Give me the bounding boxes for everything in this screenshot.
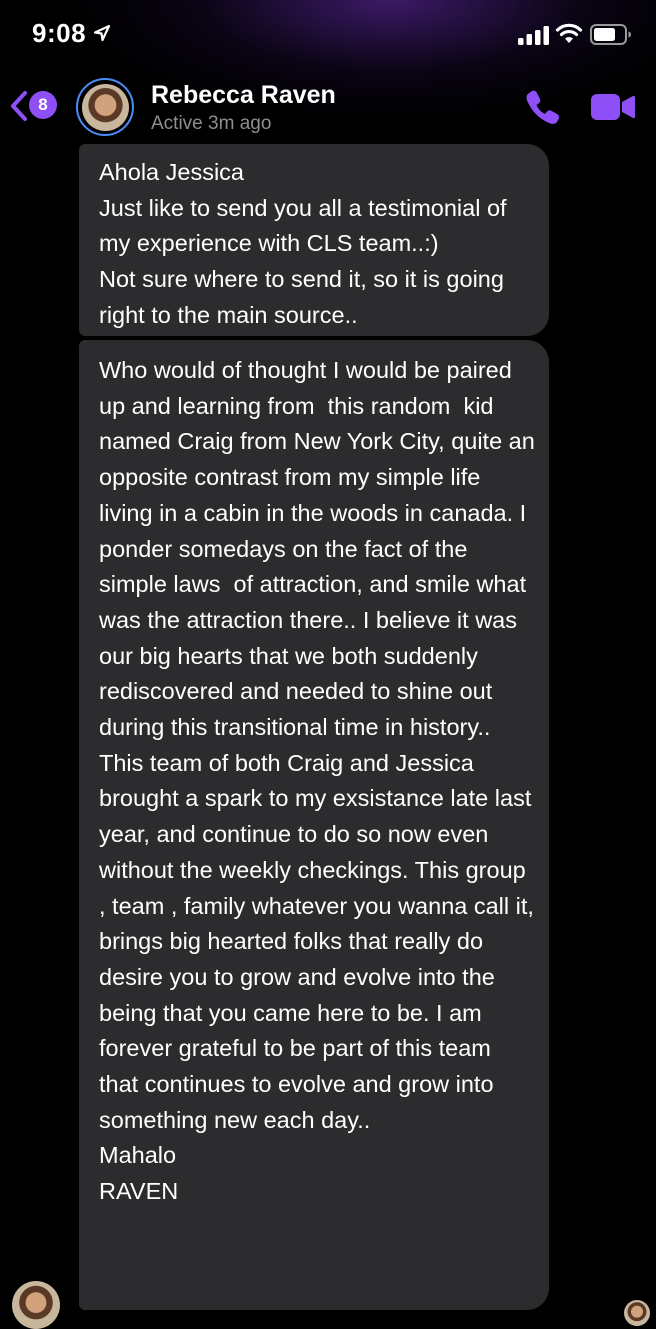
message-bubble[interactable]: Who would of thought I would be paired u… [79,340,549,1310]
read-receipt-avatar [624,1300,650,1326]
message-list-viewport: Who would of thought I would be paired u… [0,0,656,1310]
